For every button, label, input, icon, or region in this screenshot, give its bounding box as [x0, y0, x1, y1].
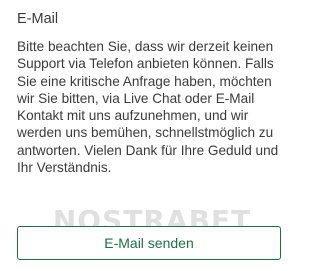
email-contact-panel: E-Mail Bitte beachten Sie, dass wir derz… [0, 0, 300, 271]
support-message: Bitte beachten Sie, dass wir derzeit kei… [17, 39, 279, 176]
panel-title: E-Mail [17, 11, 59, 27]
send-email-button[interactable]: E-Mail senden [17, 226, 281, 260]
send-email-button-label: E-Mail senden [104, 235, 194, 251]
